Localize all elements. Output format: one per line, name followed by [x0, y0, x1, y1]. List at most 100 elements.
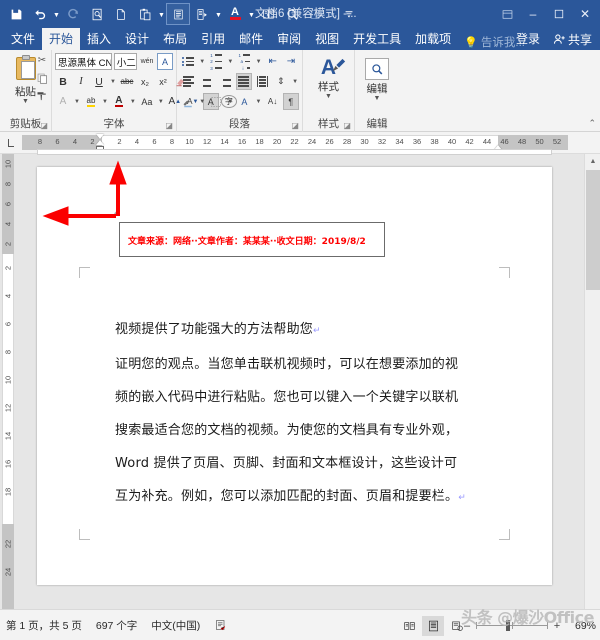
borders-dropdown-icon[interactable]: ▼ [226, 99, 234, 105]
minimize-button[interactable]: – [520, 1, 546, 27]
font-size-input[interactable]: 小二 ▼ [113, 53, 137, 70]
editing-dropdown-icon[interactable]: ▼ [374, 95, 381, 102]
font-size-dropdown-icon[interactable]: ▼ [136, 59, 137, 65]
italic-button[interactable]: I [73, 73, 89, 90]
bullets-icon[interactable] [180, 53, 196, 70]
tab-view[interactable]: 视图 [308, 28, 346, 50]
document-page[interactable]: ↵ 文章来源：网络··文章作者：某某某··收文日期：2019/8/2 视频提供了… [37, 167, 552, 585]
font-dialog-launcher[interactable]: ◪ [165, 121, 173, 130]
shading-icon[interactable] [180, 93, 196, 110]
vertical-scrollbar[interactable]: ▲ [584, 154, 600, 609]
pinyin-dropdown-icon[interactable]: ▼ [255, 99, 263, 105]
document-view-icon[interactable] [166, 3, 190, 25]
line-spacing-icon[interactable]: ⇕ [273, 73, 290, 90]
styles-dropdown-icon[interactable]: ▼ [325, 93, 332, 100]
source-textbox[interactable]: ↵ 文章来源：网络··文章作者：某某某··收文日期：2019/8/2 [114, 209, 385, 257]
word-count[interactable]: 697 个字 [96, 618, 137, 633]
print-layout-view-button[interactable] [422, 615, 444, 636]
proofing-errors-icon[interactable] [214, 618, 228, 632]
superscript-button[interactable]: x² [155, 73, 171, 90]
change-case-icon[interactable]: Aa [139, 93, 155, 110]
font-name-input[interactable]: 思源黑体 CN Light (中文 ▼ [55, 53, 112, 70]
horizontal-ruler[interactable]: 8 6 4 2 2 4 6 8 10 12 14 16 18 20 22 24 26 28 30 32 34 36 38 40… [22, 134, 584, 151]
paragraph-dialog-launcher[interactable]: ◪ [291, 121, 299, 130]
multilevel-dropdown-icon[interactable]: ▼ [255, 59, 263, 65]
highlight-dropdown-icon[interactable]: ▼ [101, 99, 109, 105]
tab-file[interactable]: 文件 [4, 28, 43, 50]
tab-home[interactable]: 开始 [42, 28, 81, 50]
scrollbar-thumb[interactable] [586, 170, 600, 290]
redo-icon[interactable] [61, 3, 85, 25]
tab-layout[interactable]: 布局 [156, 28, 194, 50]
distribute-icon[interactable] [254, 73, 271, 90]
paste-dropdown-icon[interactable]: ▼ [22, 98, 29, 105]
align-left-icon[interactable] [180, 73, 197, 90]
bullets-dropdown-icon[interactable]: ▼ [198, 59, 206, 65]
view-dropdown-icon[interactable]: ▼ [214, 3, 223, 25]
ribbon-display-options-icon[interactable] [494, 1, 520, 27]
strikethrough-button[interactable]: abc [119, 73, 135, 90]
tab-review[interactable]: 审阅 [270, 28, 308, 50]
font-color-dropdown-icon[interactable]: ▼ [129, 99, 137, 105]
change-case-dropdown-icon[interactable]: ▼ [157, 99, 165, 105]
format-painter-icon[interactable] [35, 89, 49, 103]
tab-mailings[interactable]: 邮件 [232, 28, 270, 50]
underline-dropdown-icon[interactable]: ▼ [109, 79, 117, 85]
font-color-icon[interactable]: A [223, 3, 247, 25]
multilevel-list-icon[interactable]: 1ai [236, 53, 252, 71]
share-button[interactable]: 共享 [547, 31, 598, 48]
print-preview-icon[interactable] [85, 3, 109, 25]
numbering-icon[interactable]: 123 [208, 53, 224, 71]
align-right-icon[interactable] [217, 73, 234, 90]
copy-icon[interactable] [35, 71, 49, 85]
numbering-dropdown-icon[interactable]: ▼ [226, 59, 234, 65]
font-color-icon[interactable]: A [111, 93, 127, 110]
increase-indent-icon[interactable]: ⇥ [283, 53, 299, 70]
collapse-ribbon-icon[interactable]: ⌃ [588, 118, 596, 129]
close-button[interactable]: ✕ [572, 1, 598, 27]
read-mode-view-button[interactable] [398, 616, 420, 636]
first-line-indent-marker[interactable] [96, 134, 104, 139]
tab-design[interactable]: 设计 [118, 28, 156, 50]
sort-icon[interactable]: A↓ [264, 93, 280, 110]
align-center-icon[interactable] [199, 73, 216, 90]
tab-insert[interactable]: 插入 [80, 28, 118, 50]
paste-icon[interactable] [133, 3, 157, 25]
text-highlight-icon[interactable]: ab [83, 93, 99, 110]
sign-in-button[interactable]: 登录 [509, 28, 547, 50]
document-body[interactable]: 视频提供了功能强大的方法帮助您↵ 证明您的观点。当您单击联机视频时，可以在想要添… [115, 313, 485, 515]
tab-addins[interactable]: 加载项 [408, 28, 458, 50]
cut-icon[interactable]: ✂ [35, 53, 49, 67]
styles-button[interactable]: A 样式 ▼ [306, 52, 351, 100]
editing-button[interactable]: 编辑 ▼ [358, 52, 396, 102]
language-indicator[interactable]: 中文(中国) [151, 618, 200, 633]
scroll-up-icon[interactable]: ▲ [585, 154, 600, 168]
undo-icon[interactable] [28, 3, 52, 25]
paste-dropdown-icon[interactable]: ▼ [157, 3, 166, 25]
styles-dialog-launcher[interactable]: ◪ [343, 121, 351, 130]
vertical-ruler[interactable]: 10 8 6 4 2 2 4 6 8 10 12 14 16 18 22 24 [0, 154, 16, 609]
undo-dropdown-icon[interactable]: ▼ [52, 3, 61, 25]
pinyin-guide-icon[interactable]: A [236, 93, 252, 110]
bold-button[interactable]: B [55, 73, 71, 90]
character-border-icon[interactable]: A [157, 53, 173, 70]
underline-button[interactable]: U [91, 73, 107, 90]
tab-developer[interactable]: 开发工具 [346, 28, 408, 50]
text-effects-icon[interactable]: A [55, 93, 71, 110]
subscript-button[interactable]: x₂ [137, 73, 153, 90]
tab-stop-selector[interactable] [0, 132, 22, 154]
phonetic-guide-icon[interactable]: wén [139, 53, 155, 70]
show-paragraph-marks-icon[interactable]: ¶ [282, 93, 299, 110]
paragraph-mark-icon[interactable] [190, 3, 214, 25]
line-spacing-dropdown-icon[interactable]: ▼ [291, 79, 299, 85]
text-effects-dropdown-icon[interactable]: ▼ [73, 99, 81, 105]
clipboard-dialog-launcher[interactable]: ◪ [40, 121, 48, 130]
decrease-indent-icon[interactable]: ⇤ [265, 53, 281, 70]
tab-references[interactable]: 引用 [194, 28, 232, 50]
save-icon[interactable] [4, 3, 28, 25]
borders-icon[interactable] [208, 93, 224, 110]
page-indicator[interactable]: 第 1 页，共 5 页 [6, 618, 82, 633]
hanging-indent-marker[interactable] [96, 140, 104, 145]
shading-dropdown-icon[interactable]: ▼ [198, 99, 206, 105]
new-document-icon[interactable] [109, 3, 133, 25]
